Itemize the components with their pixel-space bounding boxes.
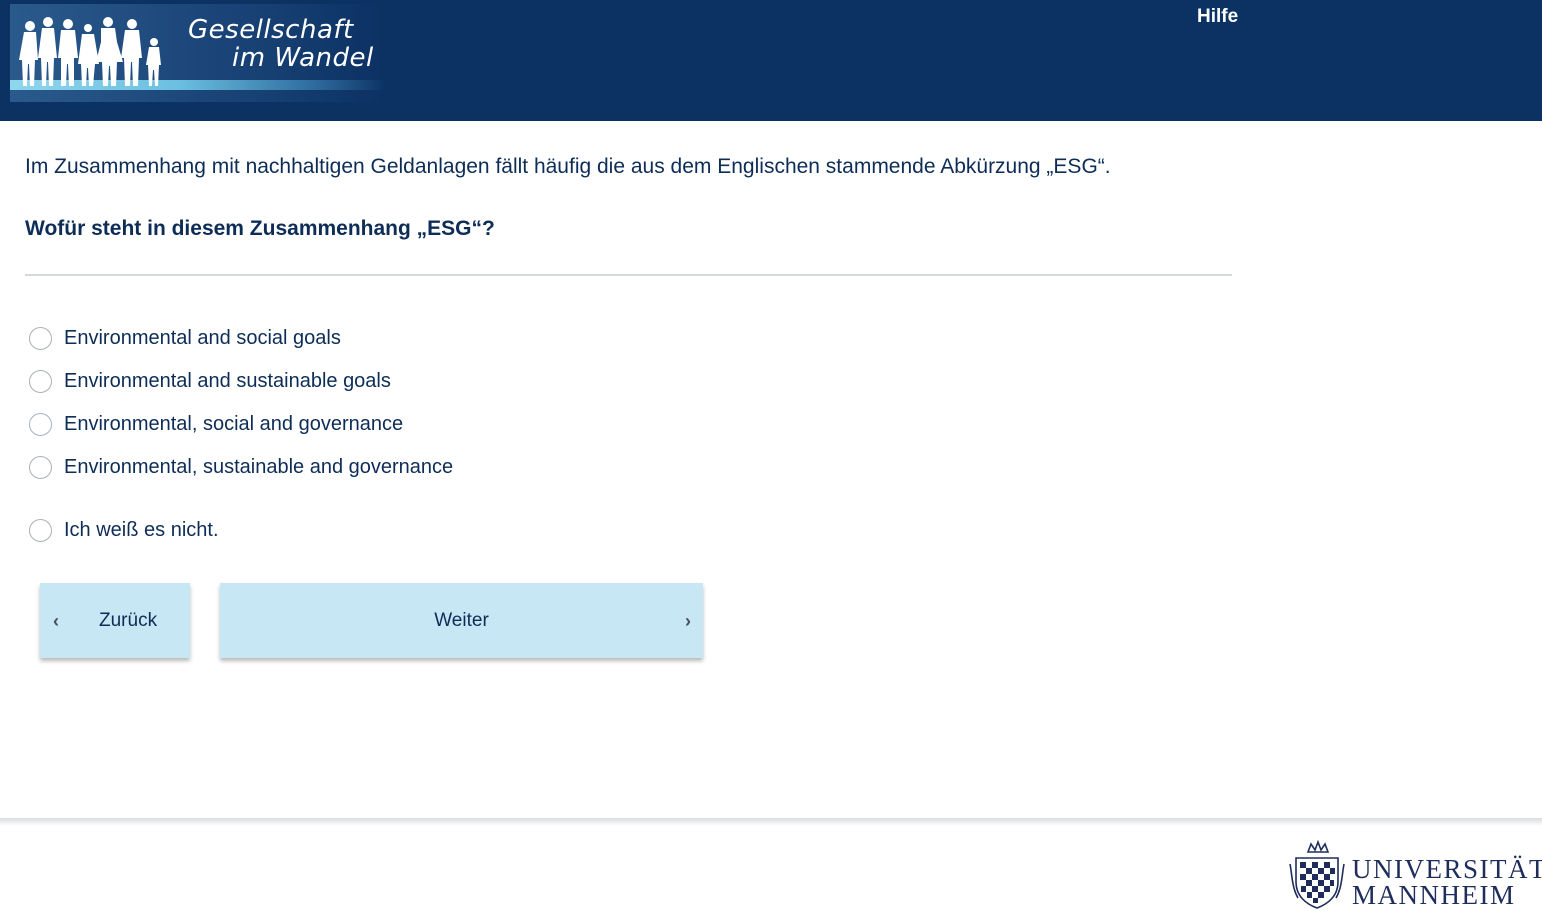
logo-title-line1: Gesellschaft [188,15,354,45]
logo-title-line2: im Wandel [232,43,374,73]
answer-option-label: Environmental and social goals [64,326,341,349]
question-title: Wofür steht in diesem Zusammenhang „ESG“… [25,217,495,240]
back-button-label: Zurück [99,610,158,631]
chevron-left-icon: ‹ [53,611,59,631]
universitaet-mannheim-logo: UNIVERSITÄT MANNHEIM [1286,838,1542,912]
radio-button[interactable] [29,326,52,350]
university-name: UNIVERSITÄT MANNHEIM [1352,854,1542,910]
answer-option-label: Environmental, sustainable and governanc… [64,455,454,478]
question-intro-text: Im Zusammenhang mit nachhaltigen Geldanl… [25,155,1111,178]
radio-button[interactable] [29,455,52,479]
answer-option-dont-know[interactable]: Ich weiß es nicht. [29,516,219,544]
next-button[interactable]: Weiter › [220,583,703,658]
university-name-line1: UNIVERSITÄT [1352,854,1542,884]
site-header: Gesellschaft im Wandel Hilfe [0,0,1542,121]
question-divider [25,274,1232,276]
university-name-line2: MANNHEIM [1352,880,1516,910]
answer-option-label: Environmental, social and governance [64,412,404,435]
radio-button[interactable] [29,369,52,393]
gesellschaft-im-wandel-logo: Gesellschaft im Wandel [10,4,386,102]
radio-button[interactable] [29,412,52,436]
university-crest-icon [1289,840,1345,909]
answer-option-environmental-sustainable-governance[interactable]: Environmental, sustainable and governanc… [29,453,453,481]
answer-option-environmental-social-governance[interactable]: Environmental, social and governance [29,410,403,438]
radio-button[interactable] [29,518,52,542]
footer-divider [0,818,1542,826]
chevron-right-icon: › [685,611,691,631]
answer-option-environmental-social-goals[interactable]: Environmental and social goals [29,324,341,352]
people-silhouettes-icon [19,17,161,86]
answer-option-environmental-sustainable-goals[interactable]: Environmental and sustainable goals [29,367,391,395]
back-button[interactable]: ‹ Zurück [40,583,190,658]
next-button-label: Weiter [434,610,489,631]
logo-title: Gesellschaft im Wandel [188,16,378,72]
answer-option-label: Ich weiß es nicht. [64,518,219,541]
help-link[interactable]: Hilfe [1197,6,1238,28]
answer-option-label: Environmental and sustainable goals [64,369,391,392]
